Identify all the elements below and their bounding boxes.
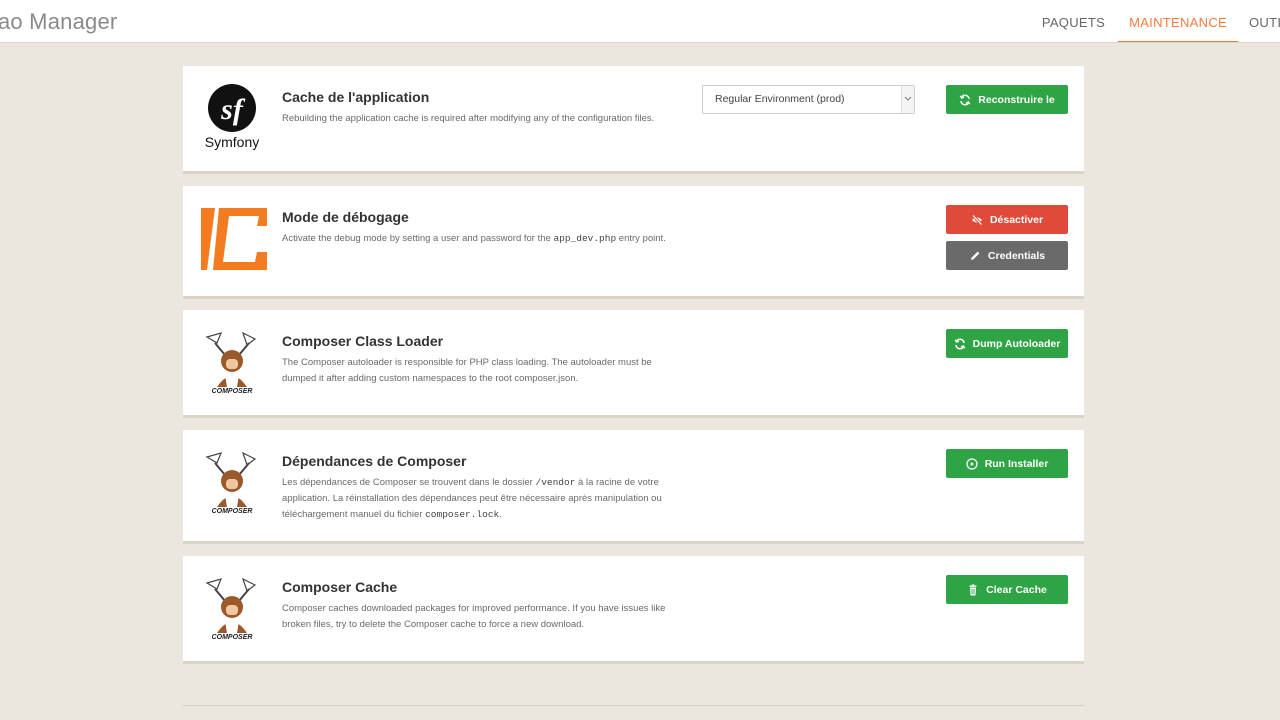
cache-title: Cache de l'application <box>282 89 430 105</box>
main-nav: PAQUETS MAINTENANCE OUTI <box>1031 0 1280 42</box>
refresh-icon <box>954 338 966 349</box>
composer-cache-title: Composer Cache <box>282 579 398 595</box>
clear-cache-label: Clear Cache <box>986 583 1047 596</box>
composer-lock-code: composer.lock <box>425 509 500 520</box>
svg-text:sf: sf <box>220 93 246 126</box>
vendor-code: /vendor <box>535 477 576 488</box>
class-loader-description: The Composer autoloader is responsible f… <box>282 357 652 384</box>
rebuild-cache-button[interactable]: Reconstruire le <box>946 85 1068 114</box>
play-circle-icon <box>966 457 978 470</box>
composer-logo: COMPOSER <box>197 575 267 645</box>
symfony-logo: sf Symfony <box>197 81 267 151</box>
dependencies-description: Les dépendances de Composer se trouvent … <box>282 477 662 520</box>
rebuild-cache-label: Reconstruire le <box>978 93 1055 106</box>
clear-cache-button[interactable]: Clear Cache <box>946 575 1068 604</box>
disable-debug-button[interactable]: Désactiver <box>946 205 1068 234</box>
dump-autoloader-label: Dump Autoloader <box>972 337 1061 350</box>
app-title: ao Manager <box>0 9 118 34</box>
contao-logo <box>197 208 267 270</box>
disable-debug-label: Désactiver <box>989 213 1044 226</box>
composer-logo: COMPOSER <box>197 329 267 399</box>
debug-card: Mode de débogage Activate the debug mode… <box>183 186 1084 299</box>
composer-logo-text: COMPOSER <box>211 634 253 641</box>
composer-cache-description: Composer caches downloaded packages for … <box>282 603 666 630</box>
pencil-icon <box>970 251 980 260</box>
environment-select[interactable]: Regular Environment (prod) <box>702 85 915 114</box>
symfony-logo-text: Symfony <box>204 134 260 150</box>
run-installer-button[interactable]: Run Installer <box>946 449 1068 478</box>
class-loader-title: Composer Class Loader <box>282 333 444 349</box>
refresh-icon <box>959 94 971 105</box>
environment-select-value: Regular Environment (prod) <box>715 93 845 105</box>
app-dev-code: app_dev.php <box>553 233 617 244</box>
composer-logo-text: COMPOSER <box>211 388 253 395</box>
footer-divider <box>183 705 1084 706</box>
debug-title: Mode de débogage <box>282 209 409 225</box>
credentials-button[interactable]: Credentials <box>946 241 1068 270</box>
cache-card: sf Symfony Cache de l'application Rebuil… <box>183 66 1084 174</box>
nav-tab-outils[interactable]: OUTI <box>1238 0 1280 42</box>
dependencies-card: COMPOSER Dépendances de Composer Les dép… <box>183 430 1084 544</box>
nav-tab-paquets[interactable]: PAQUETS <box>1031 0 1116 42</box>
cache-description: Rebuilding the application cache is requ… <box>282 113 655 124</box>
eye-slash-icon <box>971 214 983 225</box>
chevron-down-icon <box>901 86 914 113</box>
credentials-label: Credentials <box>987 249 1046 262</box>
nav-tab-maintenance[interactable]: MAINTENANCE <box>1118 0 1238 42</box>
class-loader-card: COMPOSER Composer Class Loader The Compo… <box>183 310 1084 418</box>
composer-cache-card: COMPOSER Composer Cache Composer caches … <box>183 556 1084 664</box>
top-bar: ao Manager PAQUETS MAINTENANCE OUTI <box>0 0 1280 43</box>
composer-logo: COMPOSER <box>197 449 267 519</box>
composer-logo-text: COMPOSER <box>211 508 253 515</box>
debug-description: Activate the debug mode by setting a use… <box>282 233 666 244</box>
run-installer-label: Run Installer <box>984 457 1049 470</box>
dependencies-title: Dépendances de Composer <box>282 453 467 469</box>
dump-autoloader-button[interactable]: Dump Autoloader <box>946 329 1068 358</box>
trash-icon <box>969 584 977 595</box>
